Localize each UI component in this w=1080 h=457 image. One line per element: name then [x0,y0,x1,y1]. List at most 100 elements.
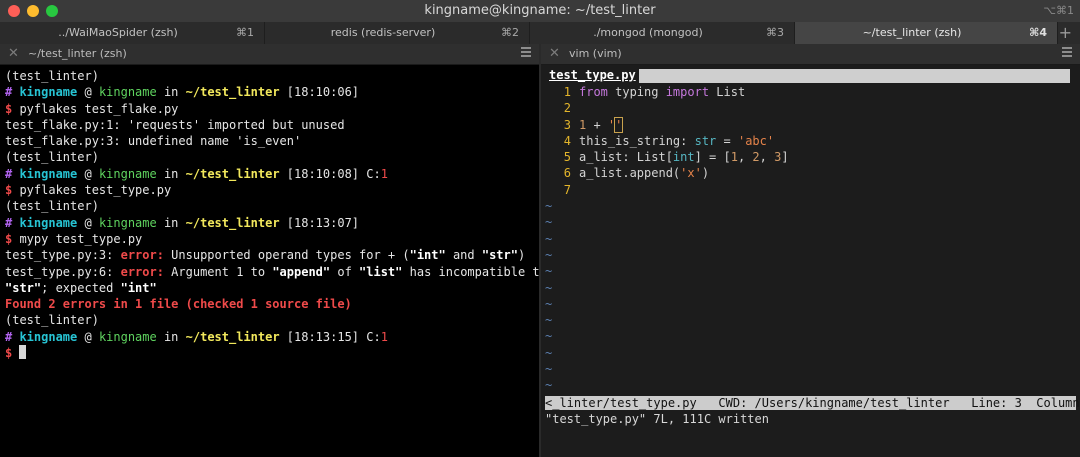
line-number: 2 [563,101,571,116]
vim-buffer[interactable]: 1 from typing import List 2 3 1 + '' 4 this_is… [541,84,1080,394]
terminal-text: "str" [481,248,518,263]
terminal-text: mypy test_type.py [19,231,143,246]
terminal-text: "list" [359,264,403,279]
code-token: from [579,85,608,99]
terminal-text: "int" [120,280,157,295]
terminal-text: kingname [98,329,157,344]
tab-shortcut: ⌘2 [501,26,519,39]
terminal-text: kingname [98,85,157,100]
terminal-text: in [156,166,186,181]
terminal-text: ~/test_linter [185,329,280,344]
close-pane-icon[interactable]: ✕ [549,46,560,61]
terminal-text: has incompatible type [409,264,539,279]
terminal-text: @ [77,329,99,344]
terminal-text: (test_linter) [5,313,99,328]
terminal-text: kingname [98,215,157,230]
empty-line-marker: ~ [545,296,553,311]
terminal-text: $ [5,183,20,198]
pane-menu-icon[interactable] [1062,47,1072,59]
terminal-line: test_flake.py:3: undefined name 'is_even… [5,133,539,149]
terminal-text: [18:10:06] [279,85,360,100]
terminal-text: # [5,329,20,344]
line-number: 7 [563,182,571,197]
empty-line-marker: ~ [545,362,553,377]
vim-code-line[interactable]: 5 a_list: List[int] = [1, 2, 3] [541,149,1080,165]
close-pane-icon[interactable]: ✕ [8,46,19,61]
vim-tab-name[interactable]: test_type.py [549,68,636,82]
terminal-line: # kingname @ kingname in ~/test_linter [… [5,329,539,345]
terminal-text: $ [5,101,20,116]
terminal-text: @ [77,166,99,181]
terminal-line: (test_linter) [5,68,539,84]
code-token: 'x' [680,166,702,181]
vim-code-line[interactable]: 6 a_list.append('x') [541,165,1080,181]
terminal-text: @ [77,85,99,100]
terminal-line: (test_linter) [5,312,539,328]
empty-line-marker: ~ [545,264,553,279]
terminal-text: "append" [272,264,331,279]
line-number: 1 [563,85,571,99]
terminal-cursor [19,345,27,360]
code-token: ] = [ [694,150,731,165]
terminal-text: test_flake.py:3: undefined name 'is_even… [5,134,302,149]
terminal-text: test_flake.py:1: 'requests' imported but… [5,117,345,132]
empty-line-marker: ~ [545,378,553,393]
empty-line-marker: ~ [545,345,553,360]
terminal-line: $ pyflakes test_flake.py [5,101,539,117]
code-token: , [737,150,753,165]
vim-code-line[interactable]: 2 [541,100,1080,116]
tab-label: redis (redis-server) [330,26,436,39]
terminal-text: 1 [380,166,388,181]
terminal-text: ; expected [41,280,121,295]
terminal-line: $ mypy test_type.py [5,231,539,247]
terminal-pane[interactable]: (test_linter) # kingname @ kingname in ~/… [0,65,539,457]
terminal-line: Found 2 errors in 1 file (checked 1 sour… [5,296,539,312]
line-number: 3 [563,117,571,132]
left-pane-header: ✕ ~/test_linter (zsh) [0,44,539,65]
vim-code-line[interactable]: 1 from typing import List [541,84,1080,100]
empty-line-marker: ~ [545,280,553,295]
code-token: a_list.append( [579,166,681,181]
tab-mongod[interactable]: ./mongod (mongod) ⌘3 [530,22,795,44]
tab-redis[interactable]: redis (redis-server) ⌘2 [265,22,530,44]
code-token: ] [781,150,789,165]
vim-pane[interactable]: test_type.py 1 from typing import List 2 3 1… [541,65,1080,457]
terminal-text: (test_linter) [5,69,99,83]
tab-bar: ../WaiMaoSpider (zsh) ⌘1 redis (redis-se… [0,22,1080,44]
vim-code-line[interactable]: 7 [541,182,1080,198]
empty-line-marker: ~ [545,329,553,344]
tab-waimaospider[interactable]: ../WaiMaoSpider (zsh) ⌘1 [0,22,265,44]
pane-menu-icon[interactable] [521,47,531,59]
terminal-text: # [5,85,20,100]
terminal-text: in [156,329,186,344]
terminal-text: ~/test_linter [185,85,280,100]
terminal-text: kingname [19,166,78,181]
terminal-text: pyflakes test_type.py [19,183,172,198]
terminal-text: (test_linter) [5,199,99,214]
terminal-line: $ [5,345,539,361]
vim-message-line: "test_type.py" 7L, 111C written [545,412,769,426]
tab-label: ~/test_linter (zsh) [862,26,962,39]
terminal-line: (test_linter) [5,149,539,165]
vim-code-line[interactable]: 4 this_is_string: str = 'abc' [541,133,1080,149]
vim-status-line: <_linter/test_type.py CWD: /Users/kingna… [545,396,1080,410]
terminal-text: # [5,215,20,230]
terminal-text: ~/test_linter [185,215,280,230]
code-token: 'abc' [737,133,775,148]
tab-test-linter[interactable]: ~/test_linter (zsh) ⌘4 [795,22,1058,44]
terminal-text: Found 2 errors in 1 file (checked 1 sour… [5,297,352,312]
terminal-text: of [330,264,360,279]
terminal-line: test_flake.py:1: 'requests' imported but… [5,117,539,133]
window-shortcut: ⌥⌘1 [1043,4,1074,17]
terminal-text: pyflakes test_flake.py [19,101,179,116]
tab-label: ../WaiMaoSpider (zsh) [58,26,178,39]
code-token: + [586,117,608,132]
code-token: , [759,150,775,165]
vim-cursor: ' [614,116,624,133]
vim-code-line[interactable]: 31 + '' [541,116,1080,133]
add-tab-button[interactable]: + [1059,23,1072,42]
code-token: a_list: List[ [579,150,673,165]
code-token: this_is_string: [579,133,695,148]
tab-label: ./mongod (mongod) [593,26,703,39]
terminal-text: test_type.py:6: [5,264,121,279]
